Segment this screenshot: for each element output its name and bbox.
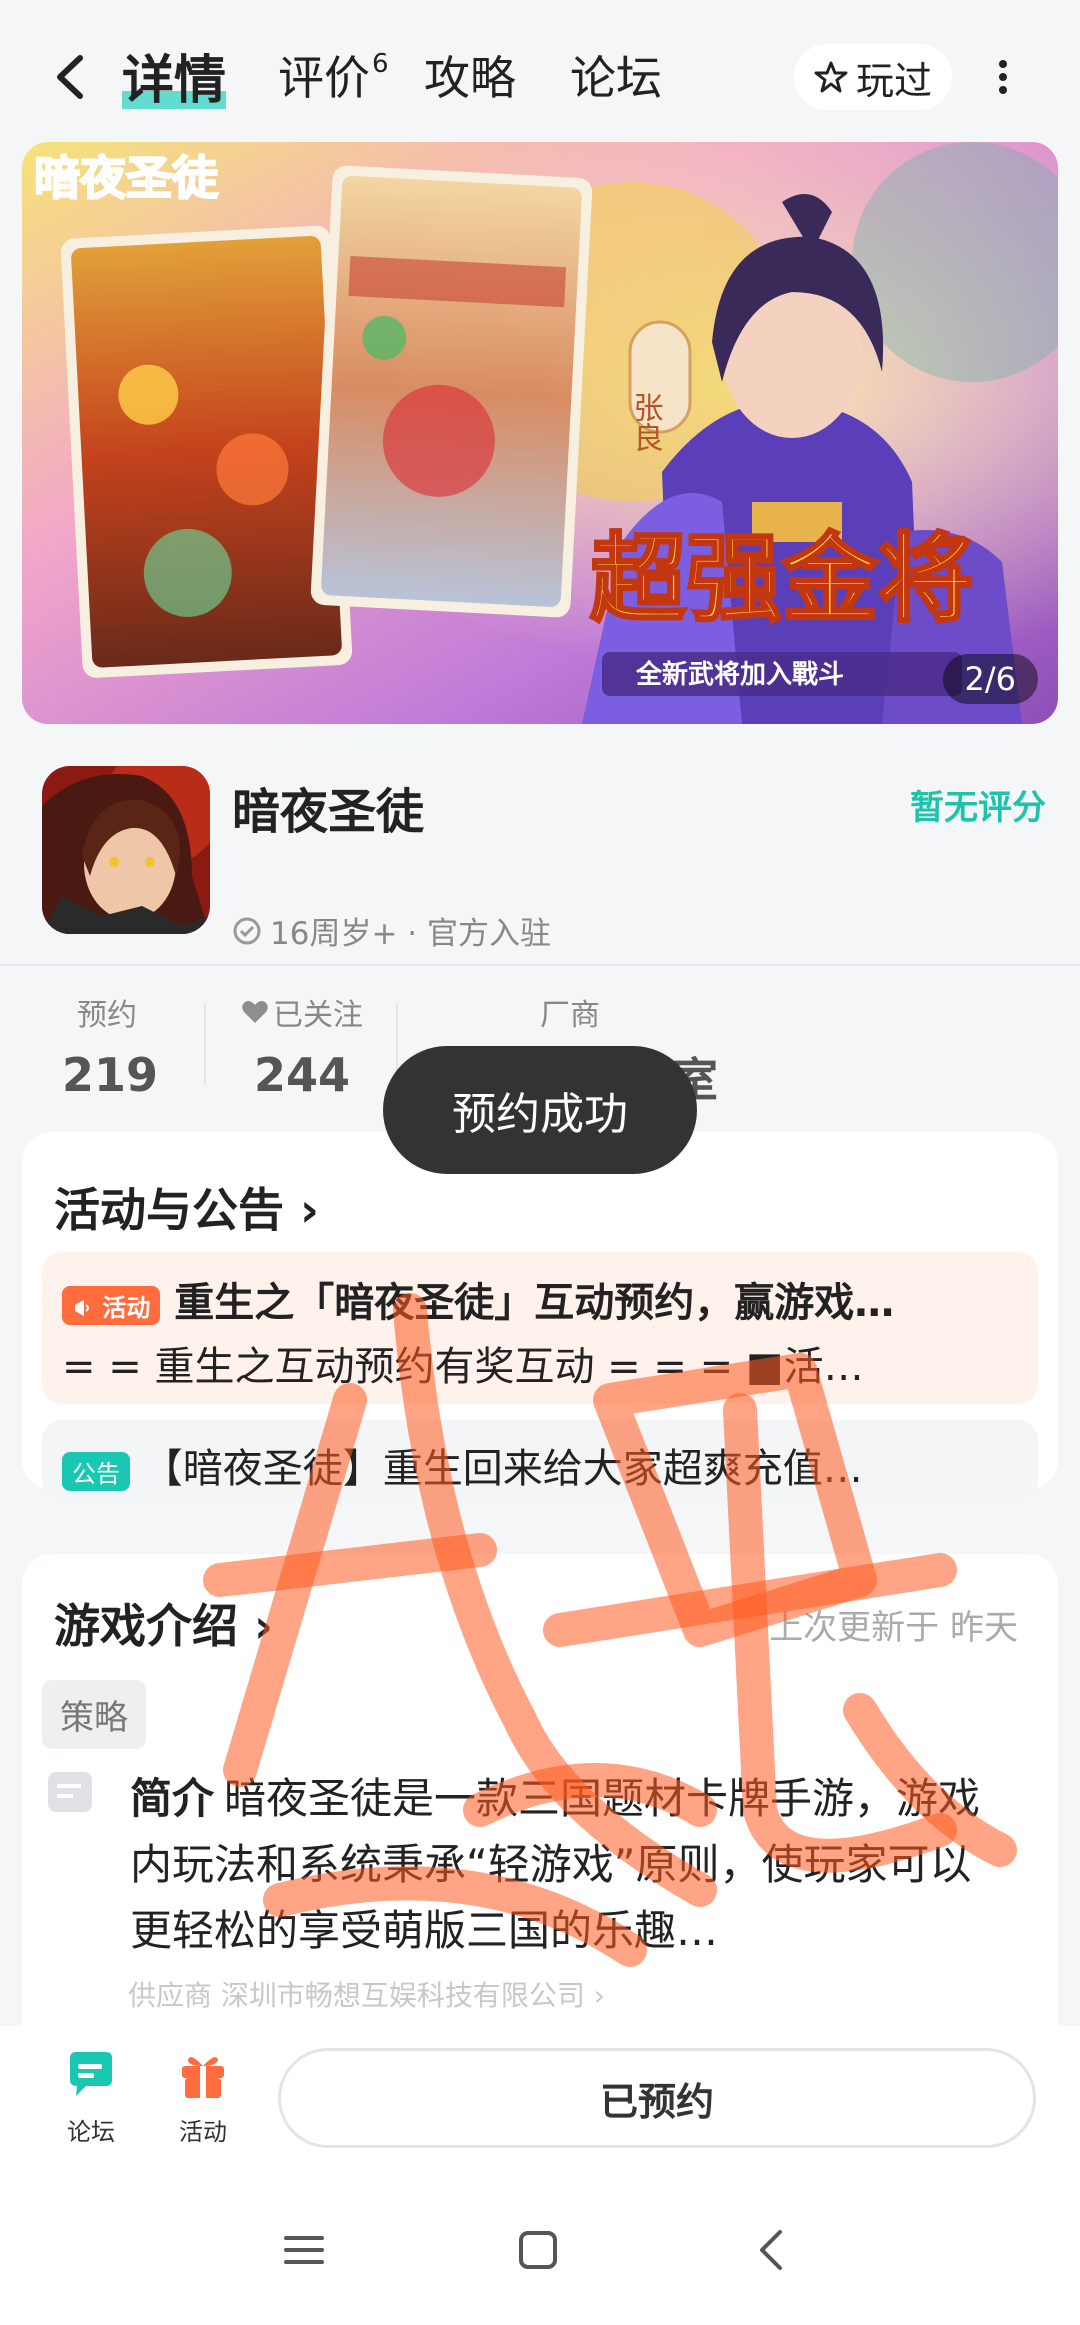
toast-message: 预约成功 xyxy=(383,1046,697,1174)
tab-details[interactable]: 详情 xyxy=(122,38,227,113)
last-updated: 上次更新于 昨天 xyxy=(769,1608,1018,1648)
stat-reservations: 预约 219 xyxy=(62,990,159,1102)
tab-forum-label: 论坛 xyxy=(570,51,662,105)
age-official-text: 16周岁+ · 官方入驻 xyxy=(270,916,551,952)
summary-icon xyxy=(48,1772,92,1812)
tab-details-label: 详情 xyxy=(122,51,227,111)
activity-tag: 活动 xyxy=(62,1285,161,1325)
tab-reviews[interactable]: 评价6 xyxy=(278,42,389,108)
reserve-count: 219 xyxy=(62,1048,159,1102)
banner-headline: 超强金将 xyxy=(590,522,974,635)
activity-line-1: 活动 重生之「暗夜圣徒」互动预约，赢游戏… xyxy=(62,1270,1022,1328)
activity-tag-label: 活动 xyxy=(102,1293,151,1322)
section-divider xyxy=(0,964,1080,966)
activities-card: 活动与公告 › 活动 重生之「暗夜圣徒」互动预约，赢游戏… = = 重生之互动预… xyxy=(22,1132,1058,1500)
played-label: 玩过 xyxy=(855,58,932,103)
activity-entry[interactable]: 活动 xyxy=(158,2048,248,2147)
supplier-line[interactable]: 供应商 深圳市畅想互娱科技有限公司 › xyxy=(128,1974,605,2014)
game-title: 暗夜圣徒 xyxy=(232,784,425,840)
home-icon[interactable] xyxy=(508,2220,568,2280)
intro-summary[interactable]: 简介 暗夜圣徒是一款三国题材卡牌手游，游戏内玩法和系统秉承“轻游戏”原则，使玩家可… xyxy=(130,1766,1010,1964)
follow-label: 已关注 xyxy=(273,998,363,1033)
tab-forum[interactable]: 论坛 xyxy=(570,42,662,108)
activity-label: 活动 xyxy=(179,2118,227,2146)
banner-subline: 全新武将加入戰斗 xyxy=(635,659,844,690)
notice-line: 公告 【暗夜圣徒】重生回来给大家超爽充值… xyxy=(62,1436,1022,1494)
back-icon[interactable] xyxy=(48,52,92,102)
tab-guides-label: 攻略 xyxy=(424,51,516,105)
chat-bubble-icon xyxy=(64,2048,118,2102)
star-outline-icon xyxy=(814,61,848,93)
reviews-count-badge: 6 xyxy=(372,48,389,79)
system-back-icon[interactable] xyxy=(742,2220,802,2280)
summary-text: 暗夜圣徒是一款三国题材卡牌手游，游戏内玩法和系统秉承“轻游戏”原则，使玩家可以更… xyxy=(130,1774,981,1955)
age-rating-line: 16周岁+ · 官方入驻 xyxy=(232,908,551,953)
activities-title[interactable]: 活动与公告 › xyxy=(54,1174,319,1240)
notice-item[interactable]: 公告 【暗夜圣徒】重生回来给大家超爽充值… xyxy=(42,1420,1038,1500)
verified-check-icon xyxy=(233,917,261,944)
screenshot-carousel[interactable]: 暗夜圣徒 超强金将 全新武将加入戰斗 张良 2/6 xyxy=(22,142,1058,724)
stat-followers[interactable]: 已关注 244 xyxy=(232,990,372,1102)
activity-line-2: = = 重生之互动预约有奖互动 = = = ■活… xyxy=(62,1344,864,1390)
banner-artwork: 暗夜圣徒 超强金将 全新武将加入戰斗 张良 xyxy=(22,142,1058,724)
follow-label-row: 已关注 xyxy=(232,990,372,1034)
activity-item[interactable]: 活动 重生之「暗夜圣徒」互动预约，赢游戏… = = 重生之互动预约有奖互动 = … xyxy=(42,1252,1038,1404)
gift-icon xyxy=(176,2048,230,2102)
follow-count: 244 xyxy=(253,1048,351,1102)
top-bar: 详情 评价6 攻略 论坛 玩过 xyxy=(0,0,1080,150)
summary-label: 简介 xyxy=(130,1774,215,1823)
tab-guides[interactable]: 攻略 xyxy=(424,42,516,108)
activity-title-text: 重生之「暗夜圣徒」互动预约，赢游戏… xyxy=(174,1280,895,1326)
reserved-button[interactable]: 已预约 xyxy=(278,2048,1036,2148)
intro-card: 游戏介绍 › 上次更新于 昨天 策略 简介 暗夜圣徒是一款三国题材卡牌手游，游戏内… xyxy=(22,1554,1058,2074)
forum-entry[interactable]: 论坛 xyxy=(46,2048,136,2147)
banner-logo: 暗夜圣徒 xyxy=(34,151,219,205)
forum-label: 论坛 xyxy=(67,2118,115,2146)
system-navigation-bar xyxy=(0,2176,1080,2325)
bottom-action-bar: 论坛 活动 已预约 xyxy=(0,2026,1080,2176)
rating-status: 暂无评分 xyxy=(910,788,1046,828)
notice-text: 【暗夜圣徒】重生回来给大家超爽充值… xyxy=(142,1446,863,1492)
intro-title[interactable]: 游戏介绍 › xyxy=(54,1590,273,1656)
megaphone-icon xyxy=(75,1299,89,1316)
recent-apps-icon[interactable] xyxy=(274,2220,334,2280)
game-app-icon xyxy=(42,766,210,934)
heart-icon xyxy=(242,1001,268,1023)
more-icon[interactable] xyxy=(996,60,1010,94)
tab-reviews-label: 评价 xyxy=(278,51,370,105)
vendor-label: 厂商 xyxy=(540,998,600,1033)
played-button[interactable]: 玩过 xyxy=(794,44,952,110)
stat-separator xyxy=(204,1002,206,1086)
category-chip[interactable]: 策略 xyxy=(42,1680,146,1749)
stat-vendor[interactable]: 厂商 xyxy=(520,990,620,1034)
carousel-counter: 2/6 xyxy=(942,654,1038,704)
notice-tag: 公告 xyxy=(62,1451,130,1491)
hero-name: 张良 xyxy=(628,392,663,452)
reserve-label: 预约 xyxy=(77,998,137,1033)
